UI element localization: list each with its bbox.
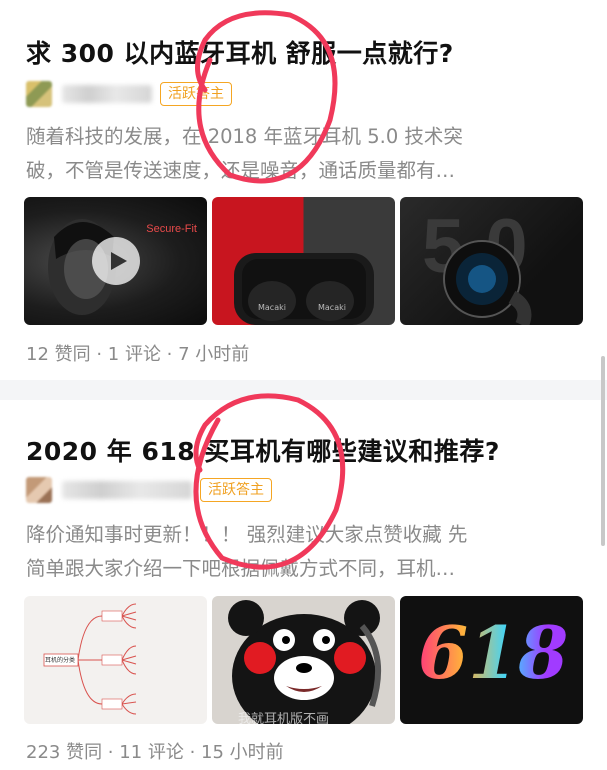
image-thumbnail[interactable]: 我就耳机版不画 <box>212 596 395 724</box>
thumbnail-row: 耳机的分类 我就耳机版不画 618 <box>24 596 583 724</box>
answer-excerpt[interactable]: 降价通知事时更新！！！ 强烈建议大家点赞收藏 先 简单跟大家介绍一下吧根据佩戴方… <box>26 518 586 586</box>
scrollbar[interactable] <box>601 356 605 546</box>
excerpt-line: 降价通知事时更新！！！ 强烈建议大家点赞收藏 先 <box>26 523 468 546</box>
author-name-blurred[interactable] <box>62 481 192 499</box>
author-row[interactable]: 活跃答主 <box>26 476 272 504</box>
image-watermark: 我就耳机版不画 <box>238 712 330 724</box>
answer-card[interactable]: 2020 年 618 买耳机有哪些建议和推荐? 活跃答主 降价通知事时更新！！！… <box>0 0 607 770</box>
mindmap-root-label: 耳机的分类 <box>45 657 76 664</box>
avatar[interactable] <box>26 477 52 503</box>
active-answerer-badge: 活跃答主 <box>200 478 272 502</box>
excerpt-line: 简单跟大家介绍一下吧根据佩戴方式不同，耳机… <box>26 557 456 580</box>
image-thumbnail[interactable]: 618 <box>400 596 583 724</box>
question-title[interactable]: 2020 年 618 买耳机有哪些建议和推荐? <box>26 432 500 468</box>
promo-618-text: 618 <box>418 610 569 695</box>
mindmap-thumbnail[interactable]: 耳机的分类 <box>24 596 207 724</box>
answer-meta: 223 赞同 · 11 评论 · 15 小时前 <box>26 742 284 763</box>
